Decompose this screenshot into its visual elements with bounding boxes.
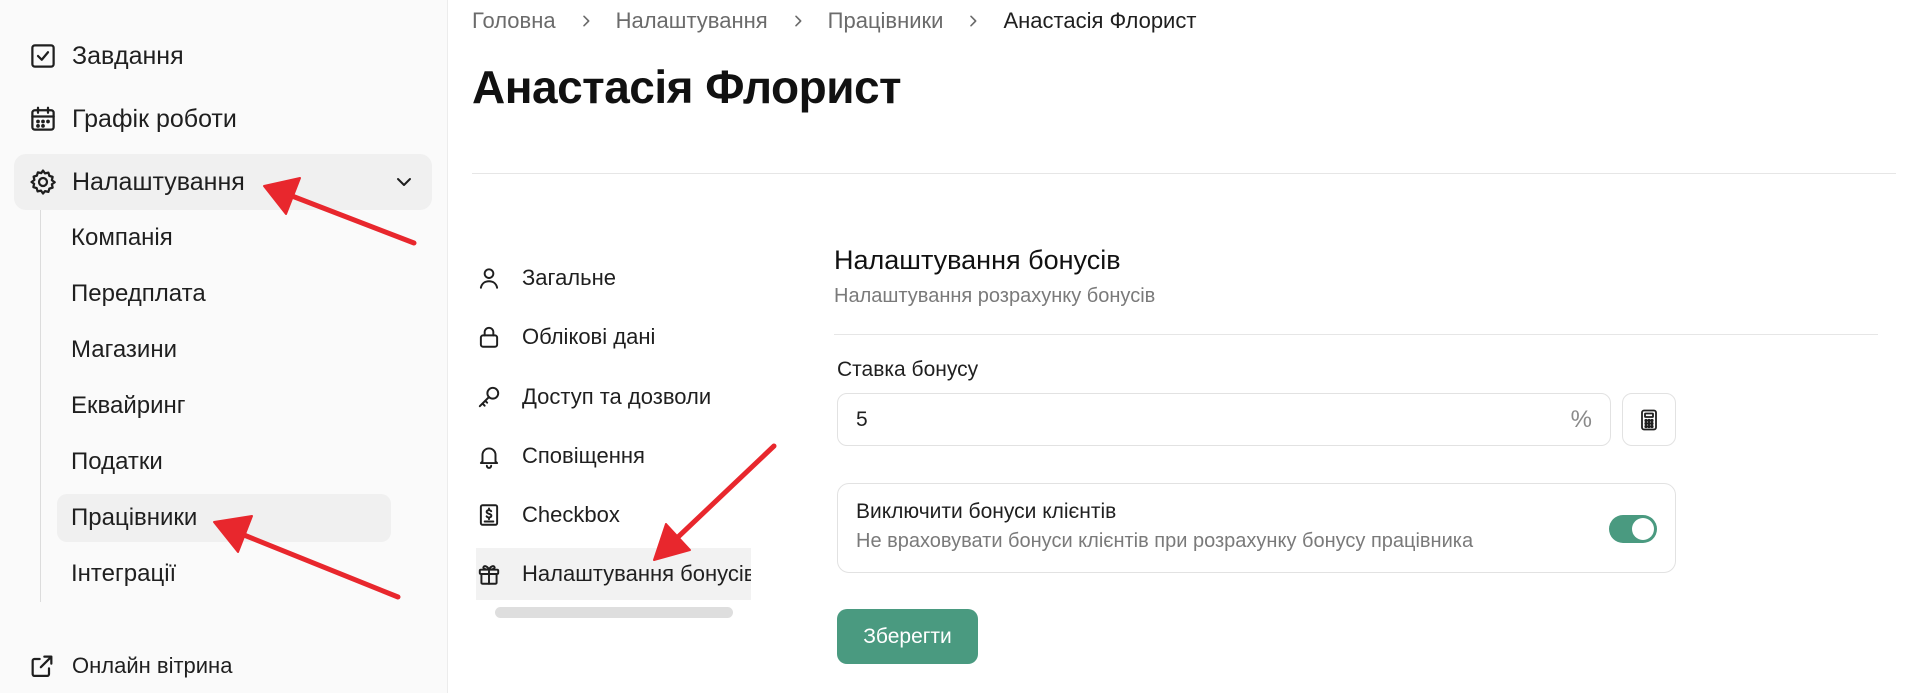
exclude-client-bonuses-description: Не враховувати бонуси клієнтів при розра… xyxy=(856,530,1474,552)
breadcrumb-employees[interactable]: Працівники xyxy=(828,8,944,34)
breadcrumb: Головна Налаштування Працівники Анастасі… xyxy=(472,8,1196,34)
sidebar-subitem-stores[interactable]: Магазини xyxy=(57,326,391,374)
sidebar-item-label: Завдання xyxy=(72,41,184,70)
tab-checkbox[interactable]: Checkbox xyxy=(476,489,751,541)
external-link-icon xyxy=(31,655,53,678)
tab-label: Загальне xyxy=(522,265,616,290)
tab-label: Сповіщення xyxy=(522,443,645,468)
sidebar-subitem-integrations[interactable]: Інтеграції xyxy=(57,550,391,598)
key-icon xyxy=(476,384,502,410)
divider xyxy=(472,173,1896,174)
settings-submenu: Компанія Передплата Магазини Еквайринг П… xyxy=(40,210,401,602)
section-title: Налаштування бонусів xyxy=(834,245,1121,275)
calendar-icon xyxy=(28,104,58,134)
tab-bonus-settings[interactable]: Налаштування бонусів xyxy=(476,548,751,600)
toggle-knob xyxy=(1632,518,1654,540)
bonus-rate-input[interactable] xyxy=(856,394,1536,445)
bell-icon xyxy=(476,443,502,469)
breadcrumb-settings[interactable]: Налаштування xyxy=(616,8,768,34)
bonus-rate-field: % xyxy=(837,393,1611,446)
bonus-rate-label: Ставка бонусу xyxy=(837,358,979,381)
sidebar-item-online-store[interactable]: Онлайн вітрина xyxy=(28,652,232,680)
sidebar-subitem-employees[interactable]: Працівники xyxy=(57,494,391,542)
tab-label: Облікові дані xyxy=(522,324,656,349)
sidebar-item-tasks[interactable]: Завдання xyxy=(14,28,432,84)
lock-icon xyxy=(476,324,502,350)
chevron-right-icon xyxy=(790,13,806,29)
chevron-down-icon xyxy=(397,178,411,186)
chevron-right-icon xyxy=(578,13,594,29)
sidebar-item-settings[interactable]: Налаштування xyxy=(14,154,432,210)
gear-icon xyxy=(28,167,58,197)
sidebar-item-schedule[interactable]: Графік роботи xyxy=(14,91,432,147)
exclude-client-bonuses-title: Виключити бонуси клієнтів xyxy=(856,500,1117,523)
tab-notifications[interactable]: Сповіщення xyxy=(476,430,751,482)
section-subtitle: Налаштування розрахунку бонусів xyxy=(834,285,1156,307)
percent-suffix: % xyxy=(1570,406,1592,433)
sidebar: Завдання Графік роботи Налаштування Комп… xyxy=(0,0,448,693)
sidebar-item-label: Графік роботи xyxy=(72,104,237,133)
calculator-button[interactable] xyxy=(1622,393,1676,446)
sidebar-item-label: Онлайн вітрина xyxy=(72,653,233,678)
tab-label: Налаштування бонусів xyxy=(522,561,751,586)
user-icon xyxy=(476,265,502,291)
tab-label: Checkbox xyxy=(522,502,620,527)
tabs-scrollbar[interactable] xyxy=(495,607,733,618)
gift-icon xyxy=(476,561,502,587)
sidebar-subitem-taxes[interactable]: Податки xyxy=(57,438,391,486)
tab-access[interactable]: Доступ та дозволи xyxy=(476,371,751,423)
checkbox-icon xyxy=(28,41,58,71)
divider xyxy=(834,334,1878,335)
sidebar-item-label: Налаштування xyxy=(72,167,245,196)
receipt-icon xyxy=(476,502,502,528)
tab-credentials[interactable]: Облікові дані xyxy=(476,311,751,363)
tab-label: Доступ та дозволи xyxy=(522,384,712,409)
sidebar-subitem-subscription[interactable]: Передплата xyxy=(57,270,391,318)
sidebar-subitem-acquiring[interactable]: Еквайринг xyxy=(57,382,391,430)
page-title: Анастасія Флорист xyxy=(472,61,902,113)
exclude-client-bonuses-card: Виключити бонуси клієнтів Не враховувати… xyxy=(837,483,1676,573)
tab-general[interactable]: Загальне xyxy=(476,252,751,304)
calculator-icon xyxy=(1641,409,1657,430)
chevron-right-icon xyxy=(965,13,981,29)
breadcrumb-home[interactable]: Головна xyxy=(472,8,556,34)
save-button[interactable]: Зберегти xyxy=(837,609,978,664)
exclude-client-bonuses-toggle[interactable] xyxy=(1609,515,1657,543)
breadcrumb-current: Анастасія Флорист xyxy=(1003,8,1197,33)
sidebar-subitem-company[interactable]: Компанія xyxy=(57,214,391,262)
